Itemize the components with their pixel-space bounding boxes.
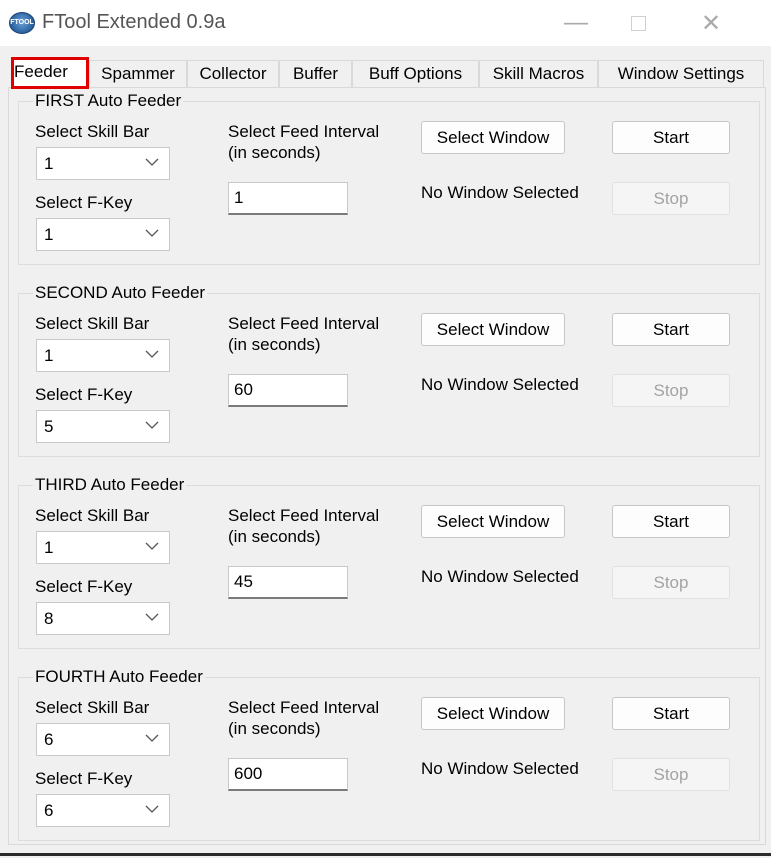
- second-auto-feeder-group: SECOND Auto Feeder Select Skill Bar 1 Se…: [18, 283, 760, 457]
- feed-interval-label: Select Feed Interval: [228, 314, 380, 333]
- start-button[interactable]: Start: [612, 505, 730, 538]
- stop-button: Stop: [612, 182, 730, 215]
- skill-bar-label: Select Skill Bar: [35, 314, 150, 333]
- minimize-button[interactable]: —: [553, 6, 599, 40]
- close-icon: ✕: [700, 9, 722, 37]
- skill-bar-select[interactable]: 1: [36, 531, 170, 564]
- fkey-value: 5: [44, 417, 54, 436]
- fkey-label: Select F-Key: [35, 577, 133, 596]
- window-status-text: No Window Selected: [421, 375, 579, 394]
- skill-bar-label: Select Skill Bar: [35, 698, 150, 717]
- feed-interval-unit-label: (in seconds): [228, 143, 321, 162]
- window-bottom-border: [0, 853, 771, 856]
- fkey-value: 1: [44, 225, 54, 244]
- tab-skill-macros[interactable]: Skill Macros: [479, 60, 598, 87]
- skill-bar-label: Select Skill Bar: [35, 506, 150, 525]
- skill-bar-value: 1: [44, 346, 54, 365]
- feed-interval-input[interactable]: 1: [228, 182, 348, 215]
- start-button[interactable]: Start: [612, 697, 730, 730]
- tab-collector[interactable]: Collector: [187, 60, 279, 87]
- group-title: SECOND Auto Feeder: [33, 283, 208, 303]
- skill-bar-select[interactable]: 1: [36, 339, 170, 372]
- feed-interval-unit-label: (in seconds): [228, 719, 321, 738]
- maximize-icon: [630, 15, 646, 31]
- fkey-label: Select F-Key: [35, 769, 133, 788]
- fkey-select[interactable]: 8: [36, 602, 170, 635]
- skill-bar-label: Select Skill Bar: [35, 122, 150, 141]
- group-title: FOURTH Auto Feeder: [33, 667, 205, 687]
- stop-button: Stop: [612, 758, 730, 791]
- minimize-icon: —: [564, 9, 588, 36]
- ftool-app-icon: FTOOL: [9, 12, 35, 34]
- fkey-label: Select F-Key: [35, 385, 133, 404]
- fkey-select[interactable]: 1: [36, 218, 170, 251]
- tab-spammer[interactable]: Spammer: [89, 60, 187, 87]
- fkey-value: 6: [44, 801, 54, 820]
- app-window: FTOOL FTool Extended 0.9a — ✕ Feeder Spa…: [0, 0, 771, 858]
- feed-interval-input[interactable]: 45: [228, 566, 348, 599]
- chevron-down-icon: [145, 613, 159, 621]
- tab-feeder[interactable]: Feeder: [11, 57, 89, 89]
- fkey-select[interactable]: 6: [36, 794, 170, 827]
- feed-interval-label: Select Feed Interval: [228, 698, 380, 717]
- select-window-button[interactable]: Select Window: [421, 313, 565, 346]
- stop-button: Stop: [612, 566, 730, 599]
- feed-interval-input[interactable]: 60: [228, 374, 348, 407]
- fkey-label: Select F-Key: [35, 193, 133, 212]
- tab-window-settings[interactable]: Window Settings: [598, 60, 764, 87]
- select-window-button[interactable]: Select Window: [421, 505, 565, 538]
- chevron-down-icon: [145, 805, 159, 813]
- skill-bar-value: 1: [44, 154, 54, 173]
- feed-interval-unit-label: (in seconds): [228, 335, 321, 354]
- select-window-button[interactable]: Select Window: [421, 121, 565, 154]
- feed-interval-unit-label: (in seconds): [228, 527, 321, 546]
- chevron-down-icon: [145, 158, 159, 166]
- feed-interval-input[interactable]: 600: [228, 758, 348, 791]
- skill-bar-value: 1: [44, 538, 54, 557]
- fourth-auto-feeder-group: FOURTH Auto Feeder Select Skill Bar 6 Se…: [18, 667, 760, 841]
- stop-button: Stop: [612, 374, 730, 407]
- window-status-text: No Window Selected: [421, 759, 579, 778]
- start-button[interactable]: Start: [612, 313, 730, 346]
- maximize-button[interactable]: [615, 6, 661, 40]
- tab-buff-options[interactable]: Buff Options: [352, 60, 479, 87]
- feed-interval-label: Select Feed Interval: [228, 122, 380, 141]
- tab-strip: Feeder Spammer Collector Buffer Buff Opt…: [0, 57, 771, 89]
- chevron-down-icon: [145, 734, 159, 742]
- start-button[interactable]: Start: [612, 121, 730, 154]
- chevron-down-icon: [145, 229, 159, 237]
- group-title: THIRD Auto Feeder: [33, 475, 187, 495]
- skill-bar-select[interactable]: 6: [36, 723, 170, 756]
- title-bar[interactable]: FTOOL FTool Extended 0.9a — ✕: [0, 0, 771, 46]
- fkey-value: 8: [44, 609, 54, 628]
- chevron-down-icon: [145, 421, 159, 429]
- skill-bar-select[interactable]: 1: [36, 147, 170, 180]
- window-title: FTool Extended 0.9a: [42, 11, 226, 33]
- select-window-button[interactable]: Select Window: [421, 697, 565, 730]
- skill-bar-value: 6: [44, 730, 54, 749]
- close-button[interactable]: ✕: [688, 6, 734, 40]
- first-auto-feeder-group: FIRST Auto Feeder Select Skill Bar 1 Sel…: [18, 91, 760, 265]
- tab-buffer[interactable]: Buffer: [279, 60, 352, 87]
- fkey-select[interactable]: 5: [36, 410, 170, 443]
- third-auto-feeder-group: THIRD Auto Feeder Select Skill Bar 1 Sel…: [18, 475, 760, 649]
- feed-interval-label: Select Feed Interval: [228, 506, 380, 525]
- group-title: FIRST Auto Feeder: [33, 91, 184, 111]
- chevron-down-icon: [145, 542, 159, 550]
- window-status-text: No Window Selected: [421, 567, 579, 586]
- chevron-down-icon: [145, 350, 159, 358]
- window-status-text: No Window Selected: [421, 183, 579, 202]
